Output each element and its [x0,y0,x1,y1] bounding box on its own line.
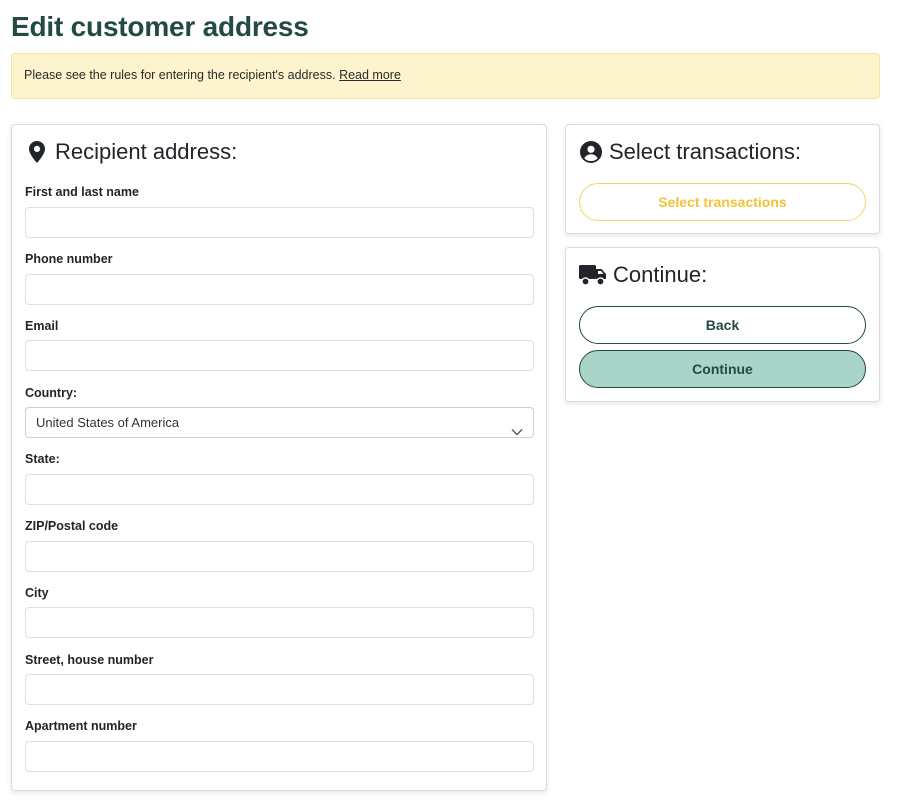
state-input[interactable] [25,474,534,505]
city-label: City [25,586,49,600]
state-label: State: [25,452,60,466]
country-label: Country: [25,386,78,400]
apartment-input[interactable] [25,741,534,772]
email-input[interactable] [25,340,534,371]
email-label: Email [25,319,59,333]
zip-input[interactable] [25,541,534,572]
chevron-down-icon [511,417,523,446]
continue-title: Continue: [613,262,708,287]
select-transactions-title: Select transactions: [609,139,801,164]
phone-input[interactable] [25,274,534,305]
notice-text: Please see the rules for entering the re… [24,68,336,82]
country-select[interactable]: United States of America [25,407,534,438]
recipient-address-heading: Recipient address: [25,139,533,165]
zip-label: ZIP/Postal code [25,519,119,533]
street-label: Street, house number [25,653,154,667]
street-input[interactable] [25,674,534,705]
read-more-link[interactable]: Read more [339,68,401,82]
select-transactions-card: Select transactions: Select transactions [565,124,880,234]
user-circle-icon [579,141,603,163]
address-rules-notice: Please see the rules for entering the re… [11,53,880,99]
city-input[interactable] [25,607,534,638]
continue-card: Continue: Back Continue [565,247,880,402]
continue-heading: Continue: [579,262,866,288]
select-transactions-button[interactable]: Select transactions [579,183,866,221]
map-marker-icon [25,141,49,163]
phone-label: Phone number [25,252,113,266]
recipient-address-title: Recipient address: [55,139,238,164]
continue-button[interactable]: Continue [579,350,866,388]
recipient-address-card: Recipient address: First and last name P… [11,124,547,791]
apartment-label: Apartment number [25,719,137,733]
select-transactions-heading: Select transactions: [579,139,866,165]
back-button[interactable]: Back [579,306,866,344]
page-title: Edit customer address [11,11,309,42]
name-label: First and last name [25,185,139,199]
country-selected-value: United States of America [36,415,180,430]
name-input[interactable] [25,207,534,238]
truck-icon [579,264,607,286]
